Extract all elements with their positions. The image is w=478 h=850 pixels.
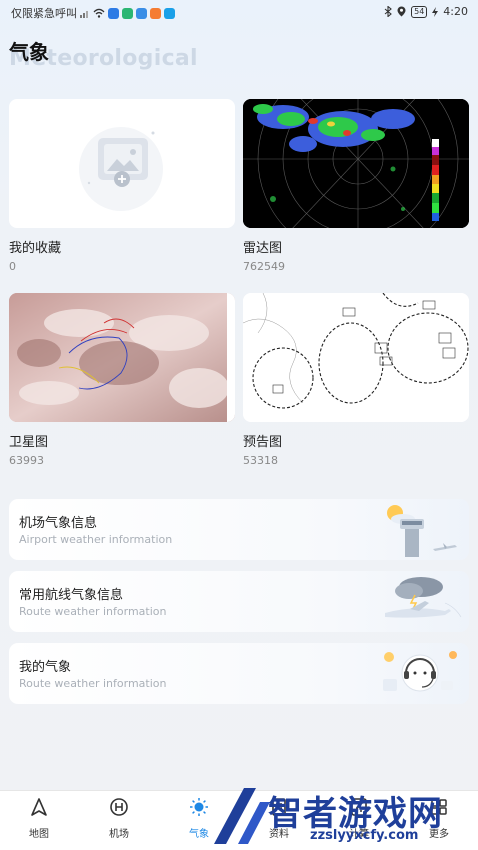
row-subtitle: Route weather information [19, 677, 167, 690]
page-title: 气象 [9, 40, 49, 64]
row-title: 常用航线气象信息 [19, 588, 124, 603]
location-icon [397, 6, 406, 17]
tab-map[interactable]: 地图 [9, 797, 69, 840]
row-title: 机场气象信息 [19, 516, 98, 531]
satellite-map-image [9, 293, 235, 422]
forecast-thumbnail[interactable] [243, 293, 469, 422]
control-tower-icon [387, 505, 457, 557]
tab-airport[interactable]: 机场 [89, 797, 149, 840]
tab-label: 机场 [109, 829, 129, 840]
card-count: 0 [9, 260, 16, 273]
storm-plane-icon [385, 577, 462, 618]
airport-weather-row[interactable]: 机场气象信息 Airport weather information [9, 499, 469, 560]
app-notification-icon [164, 7, 175, 19]
carrier-text: 仅限紧急呼叫 [11, 7, 77, 20]
app-notification-icon [136, 7, 147, 19]
radar-map-image [243, 99, 469, 228]
radar-card[interactable]: 雷达图 762549 [243, 99, 469, 273]
bluetooth-icon [384, 6, 392, 17]
row-subtitle: Airport weather information [19, 533, 173, 546]
row-subtitle: Route weather information [19, 605, 167, 618]
status-bar: 仅限紧急呼叫 54 4:20 [0, 0, 478, 24]
navigation-arrow-icon [31, 798, 47, 816]
radar-legend [432, 139, 439, 221]
tab-label: 地图 [29, 829, 49, 840]
headset-avatar-icon [383, 651, 457, 692]
radar-thumbnail[interactable] [243, 99, 469, 228]
my-weather-row[interactable]: 我的气象 Route weather information [9, 643, 469, 704]
charging-icon [432, 6, 439, 17]
card-count: 762549 [243, 260, 285, 273]
card-label: 雷达图 [243, 241, 283, 256]
watermark-url: zzslyyxcfy.com [310, 828, 419, 843]
watermark-overlay: 智者游戏网 zzslyyxcfy.com [208, 778, 478, 850]
forecast-card[interactable]: 预告图 53318 [243, 293, 469, 467]
route-weather-row[interactable]: 常用航线气象信息 Route weather information [9, 571, 469, 632]
card-label: 预告图 [243, 435, 283, 450]
row-title: 我的气象 [19, 660, 72, 675]
satellite-card[interactable]: 卫星图 63993 [9, 293, 235, 467]
sun-icon [190, 798, 208, 816]
satellite-thumbnail[interactable] [9, 293, 235, 422]
favorites-thumbnail[interactable] [9, 99, 235, 228]
app-notification-icon [150, 7, 161, 19]
card-count: 63993 [9, 454, 44, 467]
forecast-chart-image [243, 293, 469, 422]
app-notification-icon [122, 7, 133, 19]
card-label: 我的收藏 [9, 241, 62, 256]
helipad-icon [110, 798, 128, 816]
favorites-card[interactable]: 我的收藏 0 [9, 99, 235, 273]
app-notification-icon [108, 7, 119, 19]
wifi-icon [93, 8, 105, 18]
battery-indicator: 54 [411, 5, 428, 18]
signal-icon [80, 11, 88, 18]
card-label: 卫星图 [9, 435, 49, 450]
card-count: 53318 [243, 454, 278, 467]
image-placeholder-icon [79, 127, 163, 211]
clock: 4:20 [443, 5, 468, 18]
